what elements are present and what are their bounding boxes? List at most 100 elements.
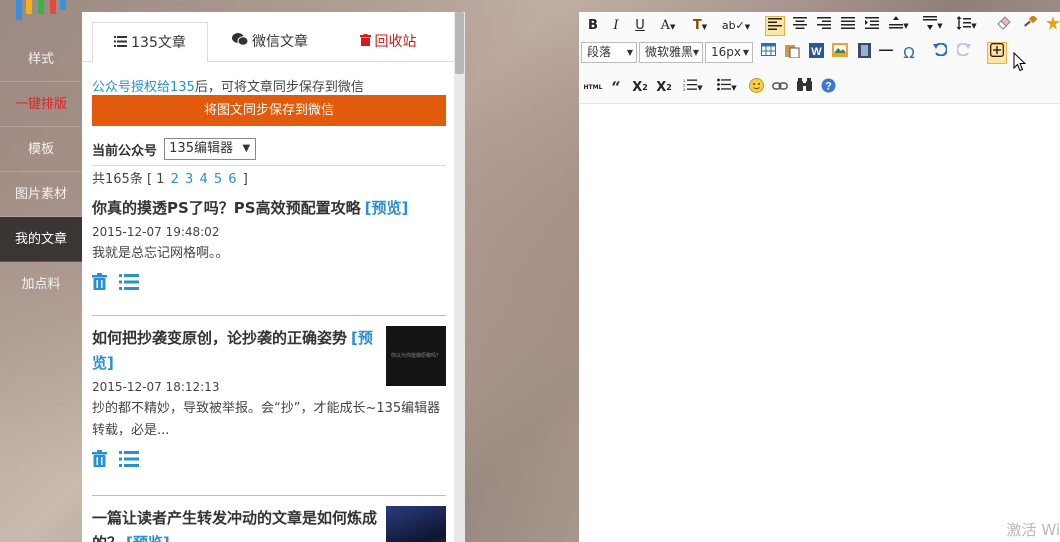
list-icon[interactable] (119, 450, 140, 471)
word-import-icon[interactable]: W (807, 43, 825, 63)
account-label: 当前公众号 (92, 143, 158, 159)
article-title[interactable]: 你真的摸透PS了吗？PS高效预配置攻略 [预览] (92, 196, 446, 221)
paragraph-spacing-icon[interactable]: ▼ (919, 16, 947, 36)
magic-icon[interactable] (1045, 16, 1060, 36)
article-title[interactable]: 一篇让读者产生转发冲动的文章是如何炼成的？[预览] (92, 506, 377, 542)
tab-recycle-bin[interactable]: 回收站 (332, 22, 444, 63)
panel-scrollbar[interactable] (454, 12, 465, 542)
article-item: 一篇让读者产生转发冲动的文章是如何炼成的？[预览] (92, 506, 446, 542)
page-link[interactable]: 4 (199, 172, 207, 187)
line-height-icon[interactable]: ▼ (953, 16, 981, 36)
article-panel: 135文章 微信文章 回收站 公众号授权给135后，可将文章同步保存到微信 将图… (82, 12, 465, 542)
help-icon[interactable]: ? (819, 78, 837, 98)
bold-icon[interactable]: B (585, 16, 601, 36)
table-icon[interactable] (759, 43, 777, 63)
auth-notice: 公众号授权给135后，可将文章同步保存到微信 (92, 76, 364, 95)
auth-link[interactable]: 公众号授权给135 (92, 80, 195, 95)
nav-item-my-articles[interactable]: 我的文章 (0, 217, 82, 262)
font-size-select[interactable]: 16px ▼ (705, 42, 753, 63)
delete-icon[interactable] (92, 450, 107, 471)
subscript-icon[interactable]: X2 (655, 78, 673, 98)
caret-down-icon: ▼ (242, 143, 251, 154)
paste-icon[interactable] (783, 43, 801, 63)
undo-icon[interactable] (931, 42, 949, 63)
font-size-value: 16px (711, 45, 741, 59)
find-replace-icon[interactable] (795, 78, 813, 98)
format-painter-icon[interactable] (1021, 14, 1039, 36)
caret-down-icon: ▼ (742, 48, 749, 57)
delete-icon[interactable] (92, 273, 107, 294)
pager-prefix: 共165条 [ (92, 172, 153, 187)
html-source-icon[interactable]: HTML (581, 78, 605, 98)
article-actions (92, 273, 446, 295)
article-thumbnail (386, 506, 446, 542)
preview-link[interactable]: [预览] (126, 534, 170, 542)
article-summary: 抄的都不精妙，导致被举报。会“抄”，才能成长~135编辑器转载，必是... (92, 401, 441, 438)
blockquote-icon[interactable]: “ (607, 78, 625, 98)
list-icon[interactable] (119, 273, 140, 294)
nav-item-templates[interactable]: 模板 (0, 127, 82, 172)
svg-text:3: 3 (683, 87, 686, 91)
tab-135-articles[interactable]: 135文章 (92, 22, 208, 63)
tab-wechat-articles[interactable]: 微信文章 (208, 22, 332, 63)
indent-icon[interactable] (863, 16, 881, 36)
align-justify-icon[interactable] (839, 16, 857, 36)
page-link[interactable]: 3 (185, 172, 193, 187)
paragraph-select[interactable]: 段落 ▼ (581, 42, 637, 63)
font-family-select[interactable]: 微软雅黑 ▼ (639, 42, 703, 63)
tab-label: 135文章 (131, 35, 186, 51)
paragraph-value: 段落 (587, 45, 612, 59)
editor-toolbar: B I U A▼ T▼ ab✓▼ ▼ ▼ ▼ 段落 ▼ 微软雅黑 ▼ 16px … (579, 12, 1060, 104)
article-actions (92, 450, 446, 472)
article-title[interactable]: 如何把抄袭变原创，论抄袭的正确姿势 [预览] (92, 326, 377, 376)
underline-icon[interactable]: U (633, 16, 647, 36)
row-spacing-icon[interactable]: ▼ (885, 16, 913, 36)
svg-text:?: ? (825, 81, 832, 93)
eraser-icon[interactable] (995, 16, 1013, 36)
emoji-icon[interactable] (747, 78, 765, 98)
page-link[interactable]: 6 (228, 172, 236, 187)
account-row: 当前公众号 135编辑器 ▼ (92, 138, 257, 160)
image-icon[interactable] (831, 43, 849, 63)
page-link[interactable]: 5 (214, 172, 222, 187)
article-date: 2015-12-07 19:48:02 (92, 225, 220, 239)
nav-item-styles[interactable]: 样式 (0, 37, 82, 82)
italic-icon[interactable]: I (609, 16, 623, 36)
align-left-icon[interactable] (765, 16, 785, 36)
divider (92, 315, 446, 316)
divider (92, 495, 446, 496)
app-logo (14, 0, 70, 22)
trash-icon (359, 22, 371, 62)
spellcheck-icon[interactable]: ab✓▼ (721, 16, 751, 36)
unordered-list-icon[interactable]: ▼ (713, 78, 741, 98)
nav-item-extras[interactable]: 加点料 (0, 262, 82, 307)
special-chars-icon[interactable]: Ω (899, 43, 919, 63)
list-icon (114, 23, 128, 63)
font-color-icon[interactable]: A▼ (657, 16, 679, 36)
wechat-icon (232, 22, 249, 62)
page-link[interactable]: 2 (171, 172, 179, 187)
article-item: 如何把抄袭变原创，论抄袭的正确姿势 [预览] 你以为你能做原稿吗？ 2015-12… (92, 326, 446, 472)
align-right-icon[interactable] (815, 16, 833, 36)
preview-link[interactable]: [预览] (365, 199, 409, 217)
insert-frame-icon[interactable] (987, 42, 1007, 64)
nav-item-image-assets[interactable]: 图片素材 (0, 172, 82, 217)
video-icon[interactable] (855, 43, 873, 63)
pager-suffix: ] (242, 172, 248, 187)
ordered-list-icon[interactable]: 1 2 3 ▼ (679, 78, 707, 98)
sync-to-wechat-button[interactable]: 将图文同步保存到微信 (92, 95, 446, 126)
mouse-cursor-icon (1013, 51, 1027, 76)
panel-tabs: 135文章 微信文章 回收站 (82, 12, 454, 63)
tab-label: 回收站 (374, 34, 417, 50)
background-color-icon[interactable]: T▼ (687, 16, 713, 36)
account-select[interactable]: 135编辑器 ▼ (164, 138, 257, 160)
nav-item-one-click-layout[interactable]: 一键排版 (0, 82, 82, 127)
scrollbar-thumb[interactable] (455, 12, 464, 74)
tab-label: 微信文章 (252, 34, 308, 50)
link-icon[interactable] (771, 78, 789, 98)
horizontal-rule-icon[interactable] (877, 43, 895, 63)
rich-text-editor[interactable]: B I U A▼ T▼ ab✓▼ ▼ ▼ ▼ 段落 ▼ 微软雅黑 ▼ 16px … (579, 12, 1060, 542)
superscript-icon[interactable]: X2 (631, 78, 649, 98)
redo-icon[interactable] (955, 42, 973, 63)
align-center-icon[interactable] (791, 16, 809, 36)
